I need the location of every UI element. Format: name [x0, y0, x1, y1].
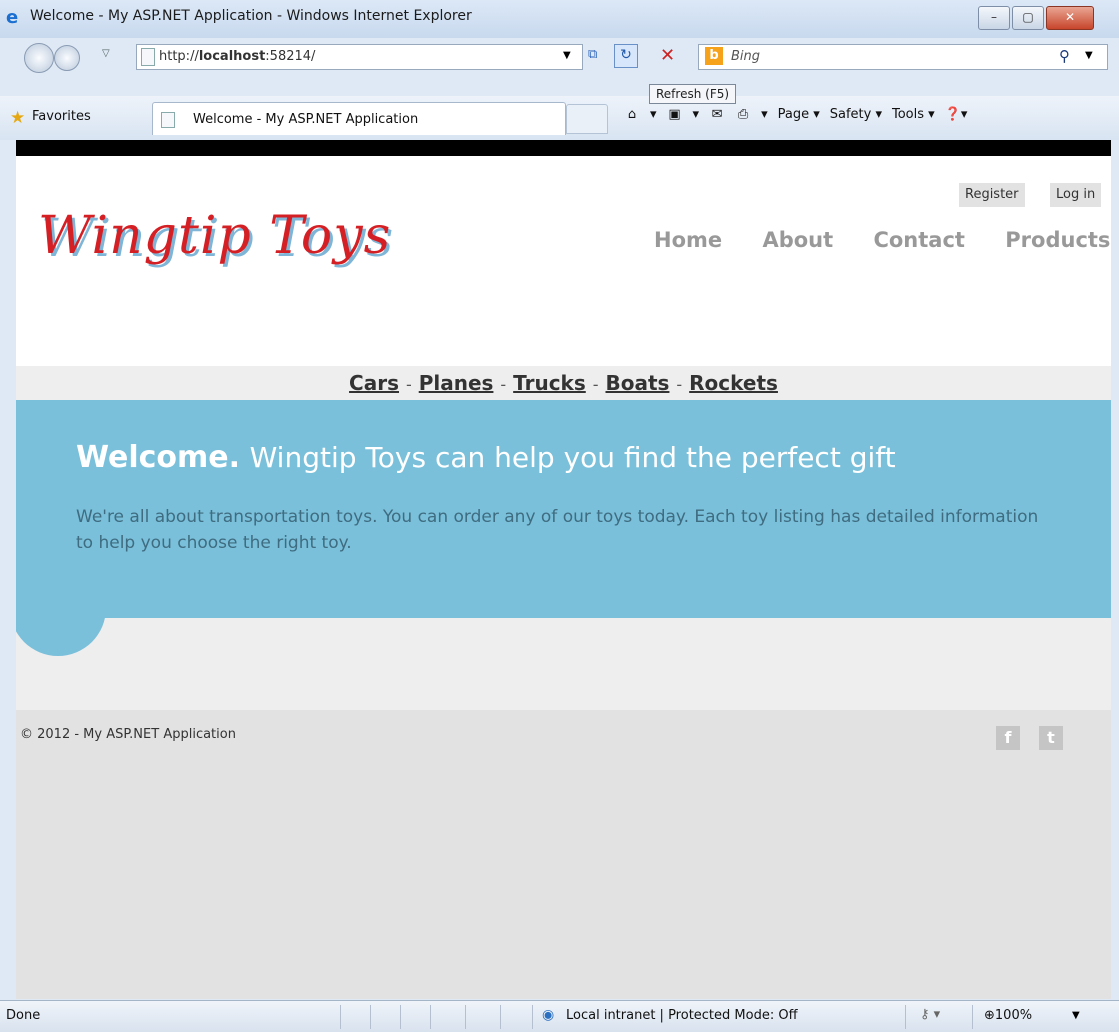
- hero-title-strong: Welcome.: [76, 440, 241, 475]
- nav-contact[interactable]: Contact: [873, 228, 965, 252]
- status-separator: [400, 1005, 401, 1029]
- new-tab-button[interactable]: [566, 104, 608, 134]
- recent-pages-dropdown-icon[interactable]: ▽: [102, 48, 110, 59]
- forward-button[interactable]: [54, 45, 80, 71]
- status-separator: [500, 1005, 501, 1029]
- refresh-tooltip: Refresh (F5): [649, 84, 737, 104]
- category-separator: -: [405, 375, 412, 394]
- window-title: Welcome - My ASP.NET Application - Windo…: [30, 8, 472, 24]
- tools-menu[interactable]: Tools ▾: [892, 107, 935, 122]
- hero-banner: Welcome. Wingtip Toys can help you find …: [16, 400, 1111, 618]
- category-bar: Cars - Planes - Trucks - Boats - Rockets: [16, 366, 1111, 400]
- compatibility-view-icon[interactable]: ⧉: [588, 47, 604, 63]
- category-trucks[interactable]: Trucks: [513, 371, 586, 395]
- page-menu[interactable]: Page ▾: [778, 107, 820, 122]
- zoom-icon: ⊕: [984, 1008, 995, 1023]
- refresh-button[interactable]: ↻: [614, 44, 638, 68]
- hero-title-lead: Wingtip Toys can help you find the perfe…: [249, 441, 896, 474]
- status-separator: [370, 1005, 371, 1029]
- zoom-level[interactable]: ⊕100%: [984, 1008, 1032, 1023]
- home-icon[interactable]: ⌂: [624, 107, 640, 122]
- home-dropdown-icon[interactable]: ▾: [650, 107, 657, 122]
- category-separator: -: [592, 375, 599, 394]
- login-link[interactable]: Log in: [1050, 183, 1102, 207]
- category-planes[interactable]: Planes: [419, 371, 494, 395]
- zoom-dropdown-icon[interactable]: ▼: [1072, 1010, 1080, 1021]
- security-zone[interactable]: Local intranet | Protected Mode: Off: [566, 1008, 798, 1023]
- favorites-bar: ★ Favorites Welcome - My ASP.NET Applica…: [0, 96, 1119, 140]
- page-icon: [141, 48, 155, 66]
- tab-page-icon: [161, 112, 175, 128]
- status-separator: [905, 1005, 906, 1029]
- url-prefix: http://: [159, 49, 199, 64]
- title-bar: e Welcome - My ASP.NET Application - Win…: [0, 0, 1119, 38]
- status-separator: [430, 1005, 431, 1029]
- search-placeholder: Bing: [731, 49, 761, 64]
- stop-button[interactable]: ✕: [660, 45, 675, 66]
- page-viewport: Wingtip Toys Register Log in Home About …: [16, 140, 1111, 999]
- back-button[interactable]: [24, 43, 54, 73]
- mail-icon[interactable]: ✉: [709, 107, 725, 122]
- favorites-button[interactable]: Favorites: [32, 109, 91, 124]
- status-separator: [972, 1005, 973, 1029]
- category-separator: -: [500, 375, 507, 394]
- safety-menu[interactable]: Safety ▾: [830, 107, 882, 122]
- url-rest: :58214/: [265, 49, 316, 64]
- tab-active[interactable]: Welcome - My ASP.NET Application: [152, 102, 566, 135]
- category-boats[interactable]: Boats: [605, 371, 669, 395]
- footer-copyright: © 2012 - My ASP.NET Application: [20, 727, 236, 742]
- status-separator: [465, 1005, 466, 1029]
- bing-logo-icon: b: [705, 47, 723, 65]
- help-menu[interactable]: ❓▾: [945, 107, 968, 122]
- tab-title: Welcome - My ASP.NET Application: [193, 112, 419, 127]
- feeds-icon[interactable]: ▣: [667, 107, 683, 122]
- print-dropdown-icon[interactable]: ▾: [761, 107, 768, 122]
- maximize-button[interactable]: ▢: [1012, 6, 1044, 30]
- category-separator: -: [676, 375, 683, 394]
- nav-products[interactable]: Products: [1005, 228, 1110, 252]
- main-content: [16, 618, 1111, 710]
- facebook-icon[interactable]: f: [996, 726, 1020, 750]
- status-bar: Done ◉ Local intranet | Protected Mode: …: [0, 1000, 1119, 1032]
- nav-about[interactable]: About: [762, 228, 833, 252]
- minimize-button[interactable]: –: [978, 6, 1010, 30]
- hero-description: We're all about transportation toys. You…: [76, 507, 1039, 553]
- ie-logo-icon: e: [6, 7, 19, 28]
- favorites-star-icon[interactable]: ★: [10, 108, 25, 128]
- address-dropdown-icon[interactable]: ▼: [563, 50, 571, 61]
- footer: © 2012 - My ASP.NET Application f t: [16, 710, 1111, 999]
- feeds-dropdown-icon[interactable]: ▾: [693, 107, 700, 122]
- search-dropdown-icon[interactable]: ▼: [1085, 50, 1093, 61]
- print-icon[interactable]: ⎙: [735, 107, 751, 122]
- url-host: localhost: [198, 49, 266, 64]
- main-nav: Home About Contact Products: [654, 228, 1111, 252]
- category-rockets[interactable]: Rockets: [689, 371, 778, 395]
- top-black-strip: [16, 140, 1111, 156]
- nav-home[interactable]: Home: [654, 228, 722, 252]
- command-bar: ⌂ ▾ ▣ ▾ ✉ ⎙ ▾ Page ▾ Safety ▾ Tools ▾ ❓▾: [624, 107, 977, 122]
- search-icon[interactable]: ⚲: [1059, 47, 1070, 65]
- protected-mode-icon[interactable]: ⚷ ▾: [920, 1007, 940, 1022]
- search-box[interactable]: b Bing ⚲ ▼: [698, 44, 1108, 70]
- status-separator: [340, 1005, 341, 1029]
- close-button[interactable]: ✕: [1046, 6, 1094, 30]
- register-link[interactable]: Register: [959, 183, 1025, 207]
- status-separator: [532, 1005, 533, 1029]
- left-frame: [0, 140, 16, 999]
- category-cars[interactable]: Cars: [349, 371, 399, 395]
- twitter-icon[interactable]: t: [1039, 726, 1063, 750]
- intranet-zone-icon: ◉: [542, 1007, 555, 1023]
- address-url[interactable]: http://localhost:58214/: [159, 49, 315, 64]
- address-bar[interactable]: http://localhost:58214/ ▼: [136, 44, 583, 70]
- status-text: Done: [6, 1008, 41, 1023]
- site-logo[interactable]: Wingtip Toys: [38, 206, 391, 266]
- zoom-value: 100%: [994, 1008, 1033, 1023]
- navigation-bar: ▽ http://localhost:58214/ ▼ ⧉ ↻ ✕ b Bing…: [0, 38, 1119, 74]
- hero-title: Welcome. Wingtip Toys can help you find …: [76, 440, 896, 475]
